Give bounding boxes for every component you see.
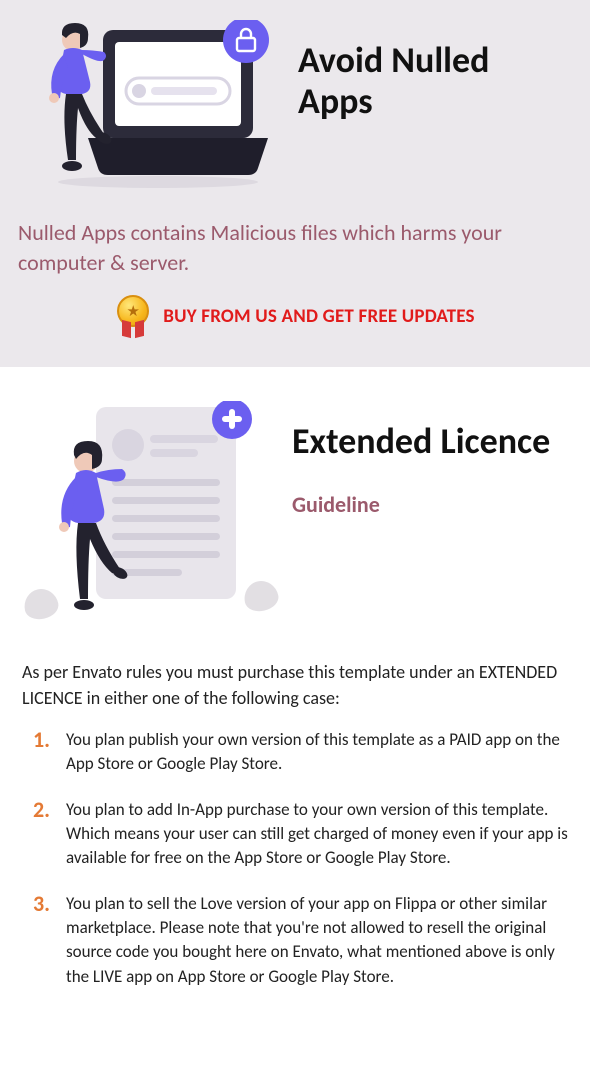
section2-title: Extended Licence	[292, 421, 572, 462]
section2-intro: As per Envato rules you must purchase th…	[18, 659, 572, 711]
section1-title: Avoid Nulled Apps	[298, 40, 572, 123]
list-text: You plan to sell the Love version of you…	[66, 892, 568, 989]
section2-subtitle: Guideline	[292, 491, 572, 518]
licence-list: 1. You plan publish your own version of …	[18, 728, 572, 989]
cta-text: BUY FROM US AND GET FREE UPDATES	[163, 305, 474, 328]
section2-title-col: Extended Licence Guideline	[292, 401, 572, 517]
section1-subtitle: Nulled Apps contains Malicious files whi…	[18, 218, 572, 277]
extended-licence-section: Extended Licence Guideline As per Envato…	[0, 367, 590, 1040]
list-item: 3. You plan to sell the Love version of …	[22, 892, 568, 989]
medal-icon	[115, 295, 151, 337]
hero-row-2: Extended Licence Guideline	[18, 401, 572, 641]
list-text: You plan publish your own version of thi…	[66, 728, 568, 776]
list-number: 1.	[22, 728, 50, 776]
document-person-illustration	[18, 401, 278, 641]
list-number: 2.	[22, 798, 50, 870]
list-item: 1. You plan publish your own version of …	[22, 728, 568, 776]
avoid-nulled-section: Avoid Nulled Apps Nulled Apps contains M…	[0, 0, 590, 367]
hero-row-1: Avoid Nulled Apps	[18, 20, 572, 190]
list-number: 3.	[22, 892, 50, 989]
list-text: You plan to add In-App purchase to your …	[66, 798, 568, 870]
laptop-person-illustration	[18, 20, 278, 190]
list-item: 2. You plan to add In-App purchase to yo…	[22, 798, 568, 870]
cta-row: BUY FROM US AND GET FREE UPDATES	[18, 295, 572, 337]
